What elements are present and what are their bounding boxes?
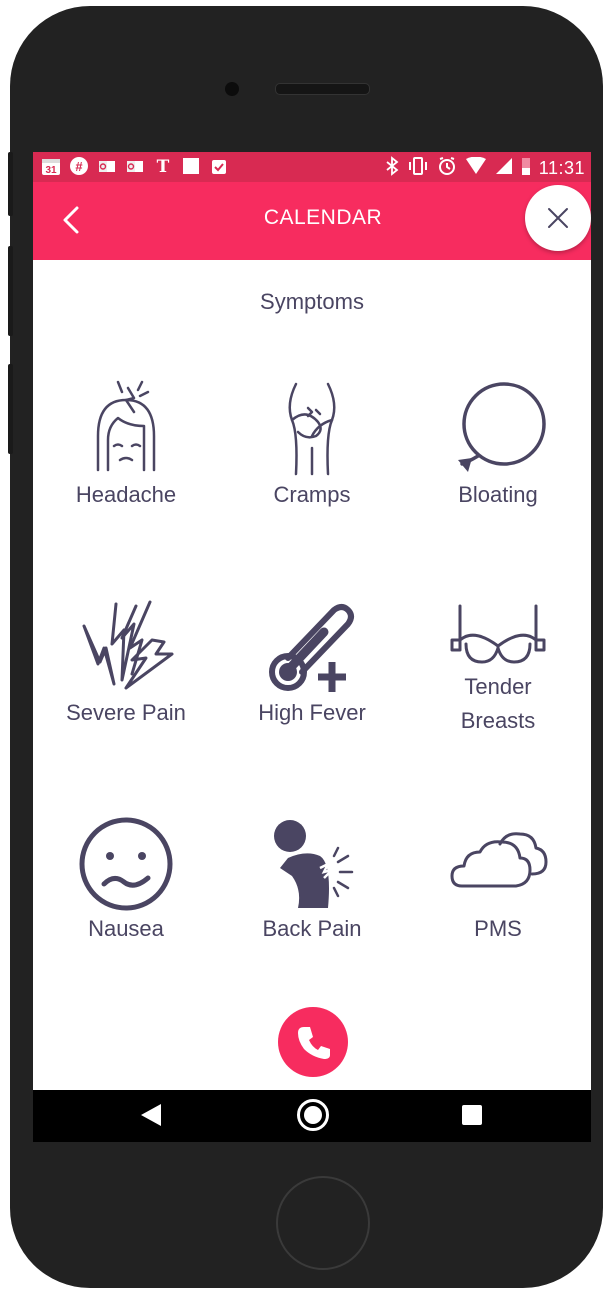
call-button[interactable] [278,1007,348,1077]
symptom-tender-breasts[interactable]: Tender Breasts [405,596,591,738]
symptom-label: Severe Pain [66,700,186,725]
slack-icon: # [69,156,89,176]
system-icons: 11:31 [385,156,585,181]
symptom-nausea[interactable]: Nausea [33,812,219,946]
symptom-label: Headache [75,482,177,507]
status-time: 11:31 [538,158,585,178]
phone-icon [298,1027,330,1059]
svg-text:#: # [75,159,83,174]
close-icon [548,208,568,228]
headache-icon [96,380,156,472]
symptom-pms[interactable]: PMS [405,812,591,946]
nav-recents-button[interactable] [462,1105,482,1125]
app-screen: 31 # T 11:31 CALENDAR Symptoms Headache … [33,152,591,1142]
vibrate-icon [407,156,429,181]
thermometer-icon [269,604,354,692]
close-button[interactable] [525,185,591,251]
bluetooth-icon [385,156,399,181]
side-button [8,152,13,216]
svg-text:T: T [157,157,170,176]
notification-icons: 31 # T [41,156,229,176]
symptom-label: Bloating [458,482,538,507]
alarm-icon [437,156,457,181]
nav-back-button[interactable] [141,1104,161,1126]
volume-down-button [8,364,13,454]
nytimes-icon: T [153,156,173,176]
symptom-label: High Fever [258,700,366,725]
outlook-icon [97,156,117,176]
calendar-icon: 31 [41,156,61,176]
page-title: CALENDAR [263,206,383,229]
symptom-headache[interactable]: Headache [33,378,219,512]
clipboard-icon [209,156,229,176]
signal-icon [495,157,513,180]
symptom-back-pain[interactable]: Back Pain [219,812,405,946]
symptom-label: Nausea [88,916,164,941]
front-camera [225,82,239,96]
app-bar: CALENDAR [33,182,591,260]
nav-home-button[interactable] [297,1099,329,1131]
symptom-label: Tender Breasts [460,674,536,733]
lightning-icon [82,600,174,690]
section-heading: Symptoms [260,289,364,314]
symptom-label: Cramps [273,482,351,507]
back-pain-icon [274,820,354,908]
status-bar: 31 # T 11:31 [33,152,591,182]
cloud-icon [450,832,548,888]
symptom-cramps[interactable]: Cramps [219,378,405,512]
square-icon [181,156,201,176]
balloon-icon [458,382,546,472]
symptom-label: PMS [474,916,522,941]
battery-icon [521,156,531,181]
cramps-icon [288,382,336,476]
symptom-bloating[interactable]: Bloating [405,378,591,512]
symptom-label: Back Pain [262,916,362,941]
symptom-severe-pain[interactable]: Severe Pain [33,596,219,730]
android-nav-bar [33,1090,591,1142]
hardware-home-button[interactable] [276,1176,370,1270]
earpiece-speaker [275,83,370,95]
calendar-day: 31 [45,165,57,176]
wifi-icon [465,156,487,180]
symptom-high-fever[interactable]: High Fever [219,596,405,730]
volume-up-button [8,246,13,336]
outlook-icon [125,156,145,176]
nausea-face-icon [79,817,173,911]
